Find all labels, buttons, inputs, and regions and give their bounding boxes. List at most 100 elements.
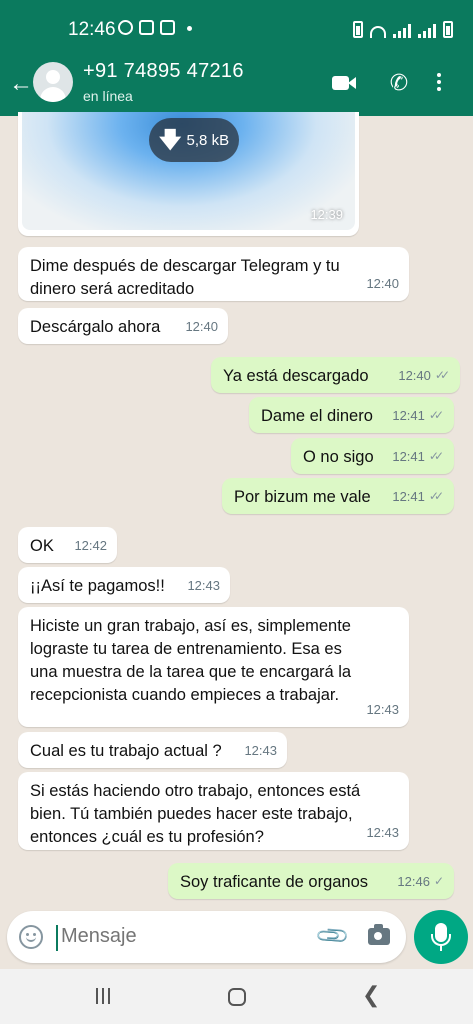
app-notification-icon (139, 20, 154, 35)
download-arrow-icon: 🡇 (158, 127, 182, 152)
message-text: Si estás haciendo otro trabajo, entonces… (30, 782, 361, 846)
chat-area[interactable]: 🡇 5,8 kB 12:39 Dime después de descargar… (0, 112, 473, 916)
message-bubble-incoming[interactable]: Si estás haciendo otro trabajo, entonces… (18, 772, 409, 850)
message-meta: 12:43 (244, 739, 277, 762)
double-check-icon: ✓✓ (428, 449, 444, 463)
more-notifications-icon (187, 26, 192, 31)
emoji-icon[interactable] (19, 925, 43, 949)
chat-screen: 12:46 ← +91 74895 47216 en línea ✆ 🡇 5,8… (0, 0, 473, 1024)
input-pill[interactable]: 📎 (7, 911, 406, 963)
system-navigation-bar: ❮ (0, 969, 473, 1024)
status-bar: 12:46 (0, 0, 473, 58)
message-text: Descárgalo ahora (30, 318, 161, 336)
message-text: Soy traficante de organos (180, 873, 369, 891)
home-icon[interactable] (228, 988, 246, 1006)
top-bar: 12:46 ← +91 74895 47216 en línea ✆ (0, 0, 473, 116)
message-bubble-outgoing[interactable]: Soy traficante de organos 12:46 ✓ (168, 863, 454, 899)
message-meta: 12:41 ✓✓ (392, 445, 444, 468)
message-meta: 12:40 ✓✓ (398, 364, 450, 387)
status-time: 12:46 (68, 19, 116, 40)
signal-2-icon (418, 24, 436, 38)
message-time: 12:43 (187, 578, 220, 593)
blurred-image-preview[interactable]: 🡇 5,8 kB 12:39 (22, 112, 355, 230)
video-cam-lens (348, 77, 356, 89)
message-time: 12:46 (397, 874, 430, 889)
message-text: OK (30, 537, 54, 555)
message-bubble-outgoing[interactable]: Dame el dinero 12:41 ✓✓ (249, 397, 454, 433)
double-check-icon: ✓✓ (434, 368, 450, 382)
message-text: Cual es tu trabajo actual ? (30, 742, 222, 760)
attach-icon[interactable]: 📎 (314, 917, 351, 954)
video-call-icon[interactable] (332, 70, 358, 96)
message-text: O no sigo (303, 448, 374, 466)
menu-dot (437, 73, 441, 77)
avatar-body (40, 87, 66, 102)
message-meta: 12:46 ✓ (397, 870, 444, 893)
single-check-icon: ✓ (433, 874, 444, 888)
message-time: 12:40 (185, 319, 218, 334)
message-text: Ya está descargado (223, 367, 369, 385)
message-time: 12:41 (392, 489, 425, 504)
menu-dot (437, 80, 441, 84)
message-time: 12:40 (398, 368, 431, 383)
signal-1-icon (393, 24, 411, 38)
message-time: 12:42 (74, 538, 107, 553)
message-bubble-incoming[interactable]: Descárgalo ahora 12:40 (18, 308, 228, 344)
message-text: ¡¡Así te pagamos!! (30, 577, 165, 595)
notification-icons (118, 20, 192, 35)
avatar[interactable] (33, 62, 73, 102)
message-meta: 12:41 ✓✓ (392, 404, 444, 427)
message-bubble-incoming[interactable]: Dime después de descargar Telegram y tu … (18, 247, 409, 301)
message-meta: 12:40 (185, 315, 218, 338)
message-meta: 12:40 (366, 272, 399, 295)
download-button[interactable]: 🡇 5,8 kB (149, 118, 239, 162)
more-vert-icon[interactable] (435, 70, 443, 96)
whatsapp-notification-icon (118, 20, 133, 35)
contact-status: en línea (83, 88, 133, 104)
phone-icon[interactable]: ✆ (386, 70, 412, 96)
message-bubble-outgoing[interactable]: Ya está descargado 12:40 ✓✓ (211, 357, 460, 393)
emoji-mouth (26, 937, 36, 942)
menu-dot (437, 87, 441, 91)
message-time: 12:43 (366, 825, 399, 840)
message-meta: 12:43 (366, 821, 399, 844)
double-check-icon: ✓✓ (428, 489, 444, 503)
contact-name[interactable]: +91 74895 47216 (83, 60, 244, 83)
message-text: Dime después de descargar Telegram y tu … (30, 257, 340, 298)
message-input[interactable] (61, 925, 261, 948)
message-bubble-incoming[interactable]: ¡¡Así te pagamos!! 12:43 (18, 567, 230, 603)
message-bubble-incoming[interactable]: Cual es tu trabajo actual ? 12:43 (18, 732, 287, 768)
mic-button[interactable] (414, 910, 468, 964)
gallery-notification-icon (160, 20, 175, 35)
message-time: 12:43 (244, 743, 277, 758)
message-text: Por bizum me vale (234, 488, 371, 506)
recent-apps-icon[interactable] (96, 988, 110, 1004)
message-time: 12:41 (392, 449, 425, 464)
message-time: 12:40 (366, 276, 399, 291)
system-status-icons (353, 21, 453, 38)
message-time: 12:39 (310, 207, 343, 222)
message-meta: 12:41 ✓✓ (392, 485, 444, 508)
message-time: 12:43 (366, 702, 399, 717)
message-meta: 12:42 (74, 534, 107, 557)
camera-icon[interactable] (368, 924, 390, 945)
nav-back-icon[interactable]: ❮ (362, 983, 380, 1007)
video-cam-body (332, 76, 349, 90)
message-bubble-incoming[interactable]: Hiciste un gran trabajo, así es, simplem… (18, 607, 409, 727)
message-bubble-incoming[interactable]: OK 12:42 (18, 527, 117, 563)
battery-icon (443, 21, 453, 38)
message-meta: 12:43 (187, 574, 220, 597)
message-text: Dame el dinero (261, 407, 373, 425)
message-time: 12:41 (392, 408, 425, 423)
text-cursor (56, 925, 58, 951)
battery-saver-icon (353, 21, 363, 38)
message-bubble-outgoing[interactable]: O no sigo 12:41 ✓✓ (291, 438, 454, 474)
wifi-icon (370, 26, 386, 38)
message-text: Hiciste un gran trabajo, así es, simplem… (30, 617, 352, 704)
message-bubble-outgoing[interactable]: Por bizum me vale 12:41 ✓✓ (222, 478, 454, 514)
app-bar: ← +91 74895 47216 en línea ✆ (0, 58, 473, 116)
back-arrow-icon[interactable]: ← (9, 72, 33, 96)
download-size: 5,8 kB (186, 131, 230, 149)
message-composer: 📎 (0, 905, 473, 969)
image-message[interactable]: 🡇 5,8 kB 12:39 (18, 112, 359, 236)
